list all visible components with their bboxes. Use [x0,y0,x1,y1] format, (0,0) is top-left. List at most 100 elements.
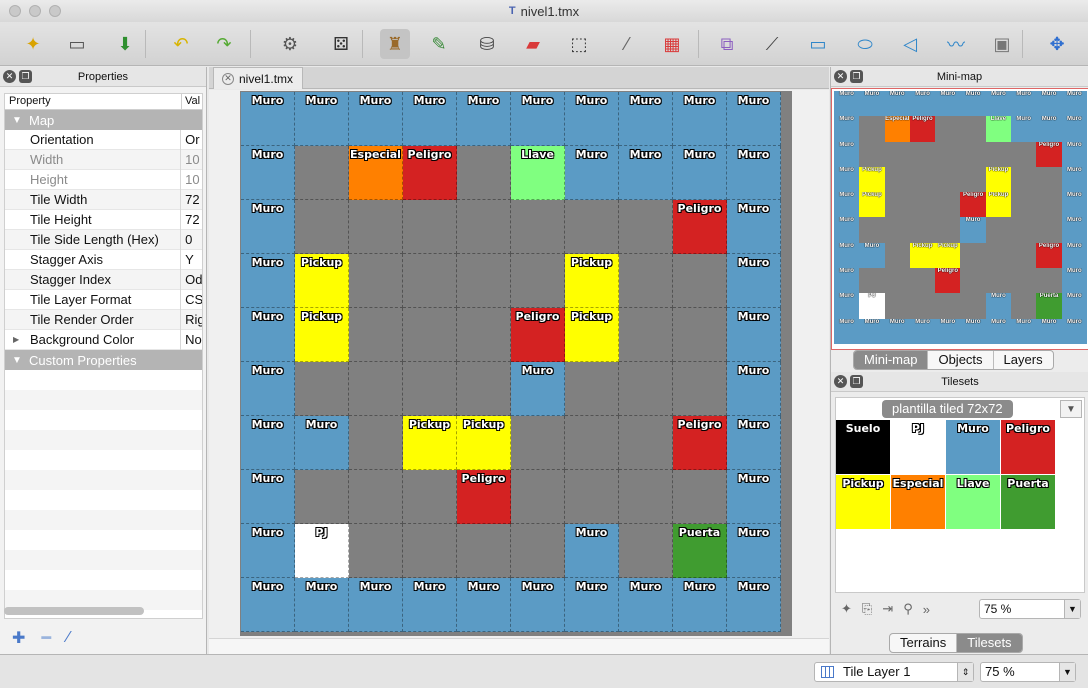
terrain-brush-button[interactable]: ✎ [424,29,454,59]
tile-muro[interactable]: Muro [511,362,565,416]
tile-empty[interactable] [565,416,619,470]
insert-polyline-button[interactable]: 〰 [941,29,971,59]
tile-muro[interactable]: Muro [565,92,619,146]
open-map-button[interactable]: ▭ [62,29,92,59]
tile-muro[interactable]: Muro [403,92,457,146]
insert-rectangle-button[interactable]: ▭ [803,29,833,59]
close-panel-icon[interactable]: ✕ [3,70,16,83]
tile-empty[interactable] [673,362,727,416]
map-horizontal-scrollbar[interactable] [209,638,829,654]
tile-llave[interactable]: Llave [511,146,565,200]
tile-empty[interactable] [511,416,565,470]
tile-empty[interactable] [403,524,457,578]
property-value[interactable]: 10 [181,172,202,187]
zoom-select[interactable]: 75 % ▼ [980,662,1076,682]
property-row[interactable]: Orientation Or [5,129,202,150]
tile-empty[interactable] [673,308,727,362]
tile-muro[interactable]: Muro [403,578,457,632]
tile-empty[interactable] [565,470,619,524]
tile-empty[interactable] [403,362,457,416]
tile-muro[interactable]: Muro [241,362,295,416]
property-row[interactable]: Stagger Axis Y [5,249,202,270]
tile-muro[interactable]: Muro [619,92,673,146]
stamp-brush-button[interactable]: ♜ [380,29,410,59]
tile-empty[interactable] [511,524,565,578]
more-options-icon[interactable]: » [923,602,930,617]
property-row[interactable]: Tile Height 72 [5,209,202,230]
property-row[interactable]: Background ColorNo [5,329,202,350]
tile-empty[interactable] [565,200,619,254]
float-panel-icon[interactable]: ❐ [850,375,863,388]
tileset-tile-pickup[interactable]: Pickup [836,475,890,529]
tile-pickup[interactable]: Pickup [295,308,349,362]
select-objects-button[interactable]: ⧉ [712,29,742,59]
tile-muro[interactable]: Muro [673,578,727,632]
redo-button[interactable]: ↷ [209,29,239,59]
tile-empty[interactable] [619,470,673,524]
tile-muro[interactable]: Muro [349,578,403,632]
property-value[interactable]: No [181,332,202,347]
float-panel-icon[interactable]: ❐ [19,70,32,83]
tile-empty[interactable] [295,146,349,200]
tile-empty[interactable] [403,470,457,524]
add-property-icon[interactable]: ✚ [12,628,25,648]
tile-muro[interactable]: Muro [727,524,781,578]
tile-peligro[interactable]: Peligro [673,200,727,254]
new-map-button[interactable]: ✦ [18,29,48,59]
tile-peligro[interactable]: Peligro [673,416,727,470]
tileset-tab[interactable]: plantilla tiled 72x72 [882,400,1013,418]
tile-empty[interactable] [349,470,403,524]
tile-puerta[interactable]: Puerta [673,524,727,578]
column-header-property[interactable]: Property [5,94,182,109]
tile-empty[interactable] [403,308,457,362]
tile-muro[interactable]: Muro [241,92,295,146]
tile-empty[interactable] [619,200,673,254]
remove-property-icon[interactable]: ━ [41,628,51,648]
close-window-button[interactable] [9,5,21,17]
tileset-properties-icon[interactable]: ⚲ [903,601,913,617]
tab-layers[interactable]: Layers [992,351,1053,369]
tileset-tile-peligro[interactable]: Peligro [1001,420,1055,474]
tile-empty[interactable] [457,524,511,578]
float-panel-icon[interactable]: ❐ [850,70,863,83]
column-header-value[interactable]: Val [182,94,200,109]
close-tab-icon[interactable]: ✕ [222,72,234,85]
bucket-fill-button[interactable]: ⛁ [472,29,502,59]
tile-muro[interactable]: Muro [673,146,727,200]
property-value[interactable]: Or [181,132,202,147]
save-map-button[interactable]: ⬇ [110,29,140,59]
tile-empty[interactable] [673,254,727,308]
move-button[interactable]: ✥ [1042,29,1072,59]
rename-property-icon[interactable]: ⁄ [67,629,70,647]
property-value[interactable]: Rig [181,312,202,327]
rectangle-select-button[interactable]: ⬚ [564,29,594,59]
tile-muro[interactable]: Muro [727,146,781,200]
tile-muro[interactable]: Muro [727,578,781,632]
tile-muro[interactable]: Muro [727,308,781,362]
tile-empty[interactable] [619,416,673,470]
minimize-window-button[interactable] [29,5,41,17]
tile-empty[interactable] [511,470,565,524]
tile-muro[interactable]: Muro [619,146,673,200]
tile-empty[interactable] [295,362,349,416]
tile-muro[interactable]: Muro [241,416,295,470]
close-panel-icon[interactable]: ✕ [834,70,847,83]
tile-muro[interactable]: Muro [295,416,349,470]
group-map[interactable]: ▼ Map [5,110,202,130]
tile-muro[interactable]: Muro [727,362,781,416]
tile-empty[interactable] [619,362,673,416]
tile-empty[interactable] [349,362,403,416]
tile-muro[interactable]: Muro [241,146,295,200]
tileset-tile-muro[interactable]: Muro [946,420,1000,474]
tile-pickup[interactable]: Pickup [295,254,349,308]
tile-empty[interactable] [457,308,511,362]
minimap-view[interactable]: Muro Muro Muro Muro Muro Muro Muro Muro Muro Muro… [831,88,1088,350]
tile-muro[interactable]: Muro [727,254,781,308]
edit-polygons-button[interactable]: ⟋ [757,29,787,59]
random-mode-button[interactable]: ⚄ [326,29,356,59]
tile-empty[interactable] [457,254,511,308]
tab-tilesets[interactable]: Tilesets [956,634,1022,652]
tile-peligro[interactable]: Peligro [403,146,457,200]
tile-pickup[interactable]: Pickup [565,308,619,362]
tile-empty[interactable] [565,362,619,416]
